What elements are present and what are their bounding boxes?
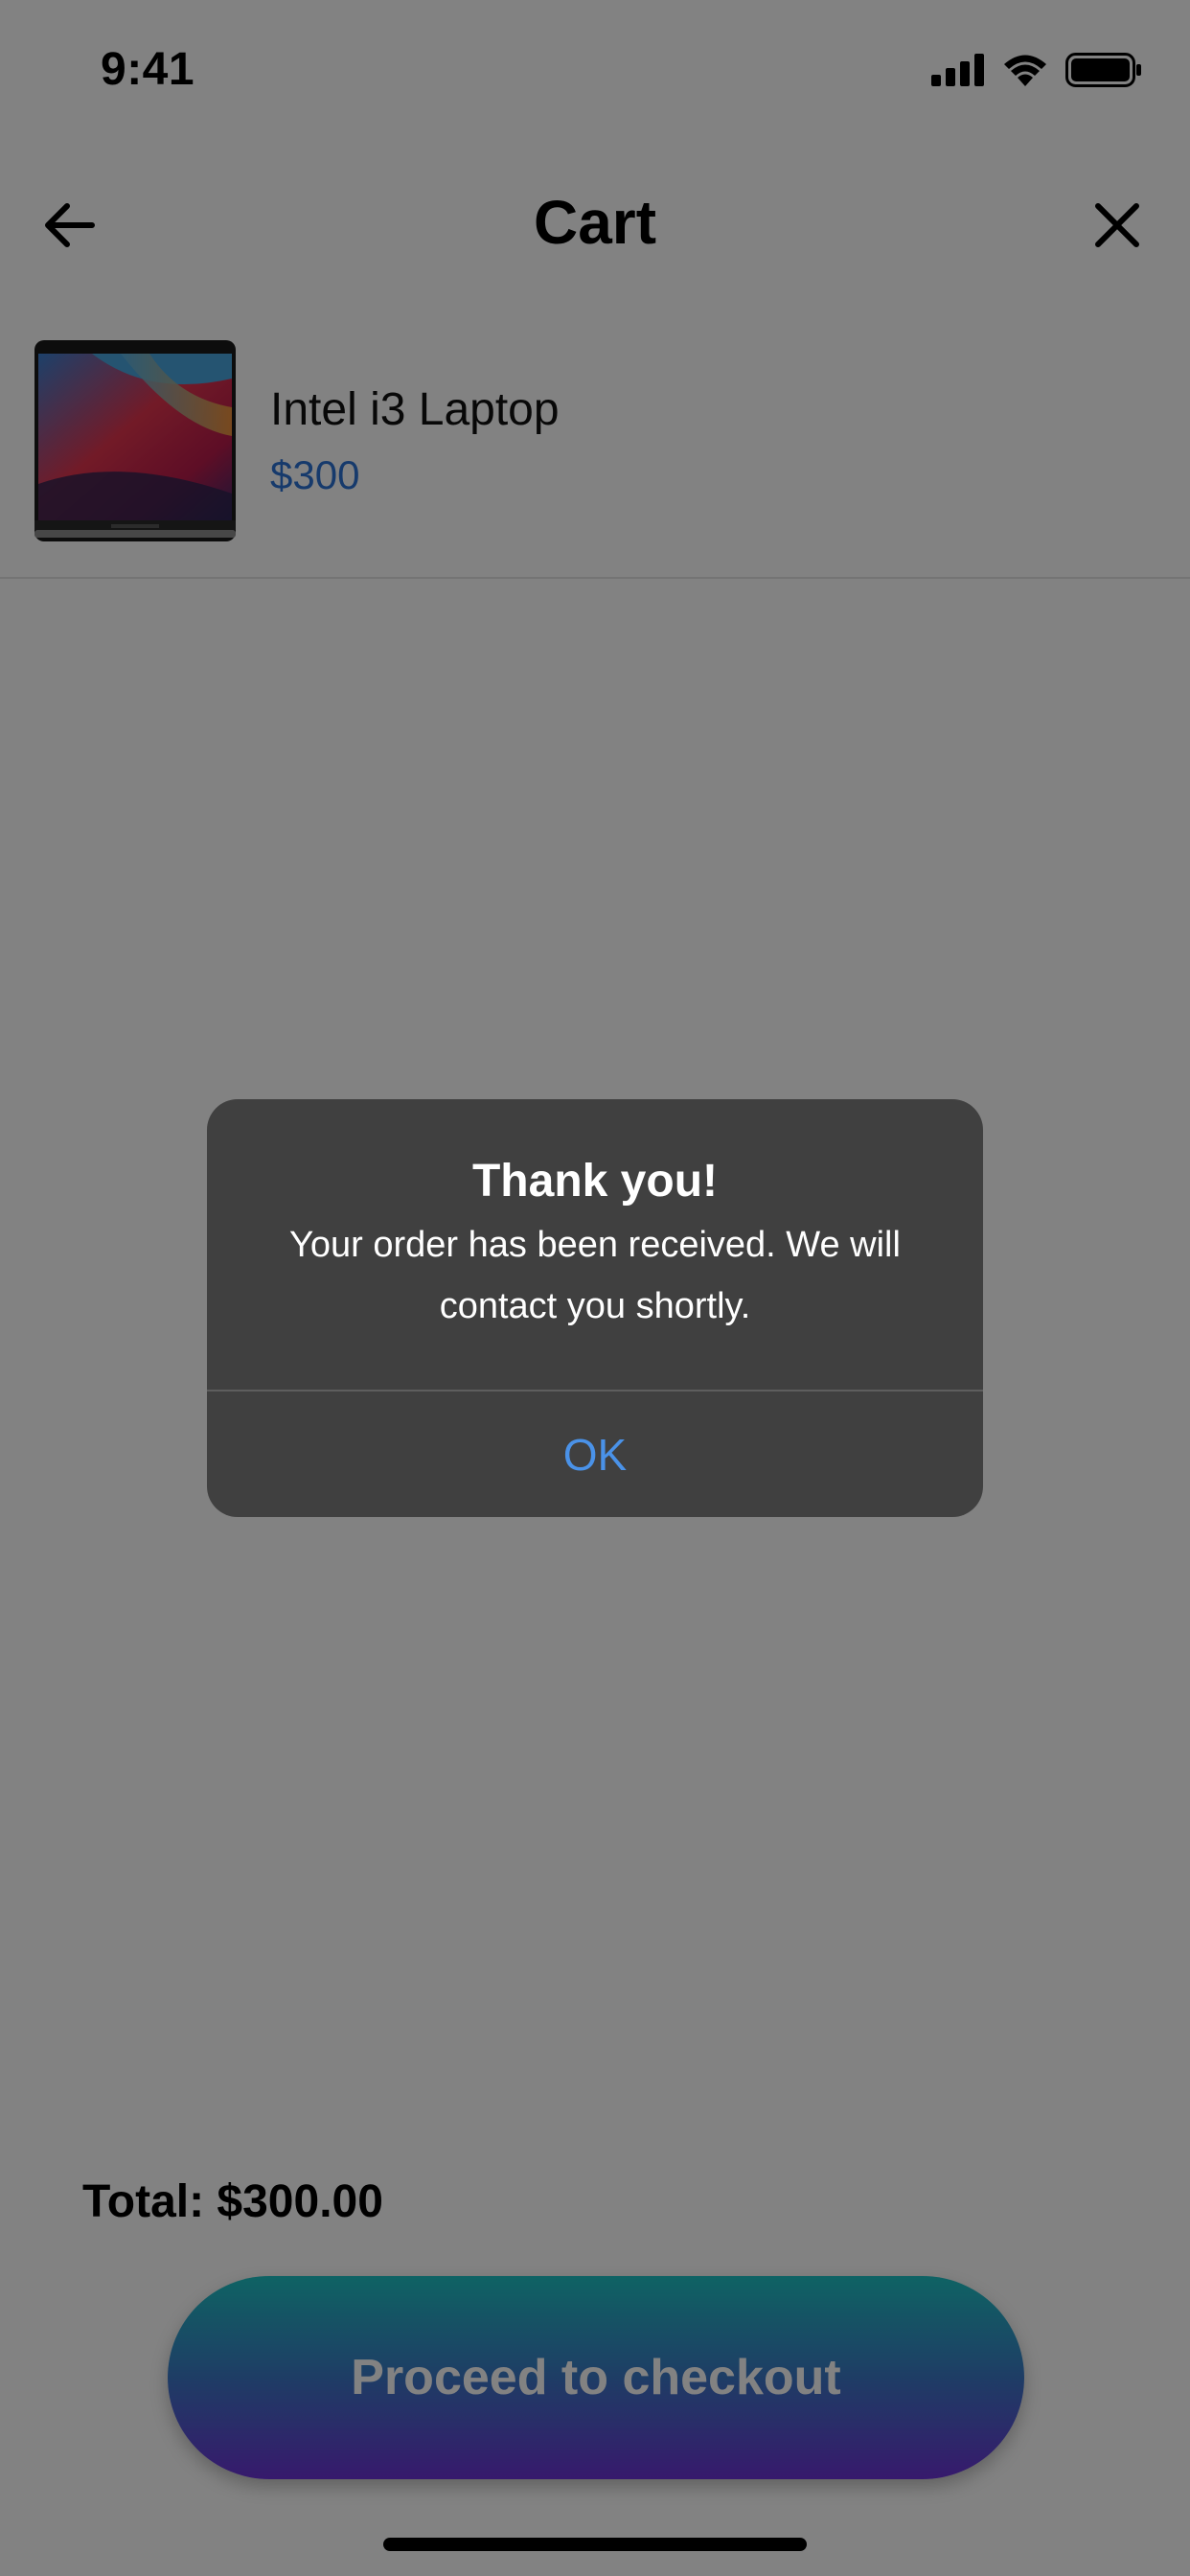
alert-title: Thank you! bbox=[471, 1156, 718, 1207]
alert-message: Your order has been received. We will co… bbox=[289, 1225, 901, 1326]
ok-button[interactable]: OK bbox=[207, 1392, 983, 1517]
order-confirmation-alert: Thank you! Your order has been received.… bbox=[207, 1099, 983, 1517]
